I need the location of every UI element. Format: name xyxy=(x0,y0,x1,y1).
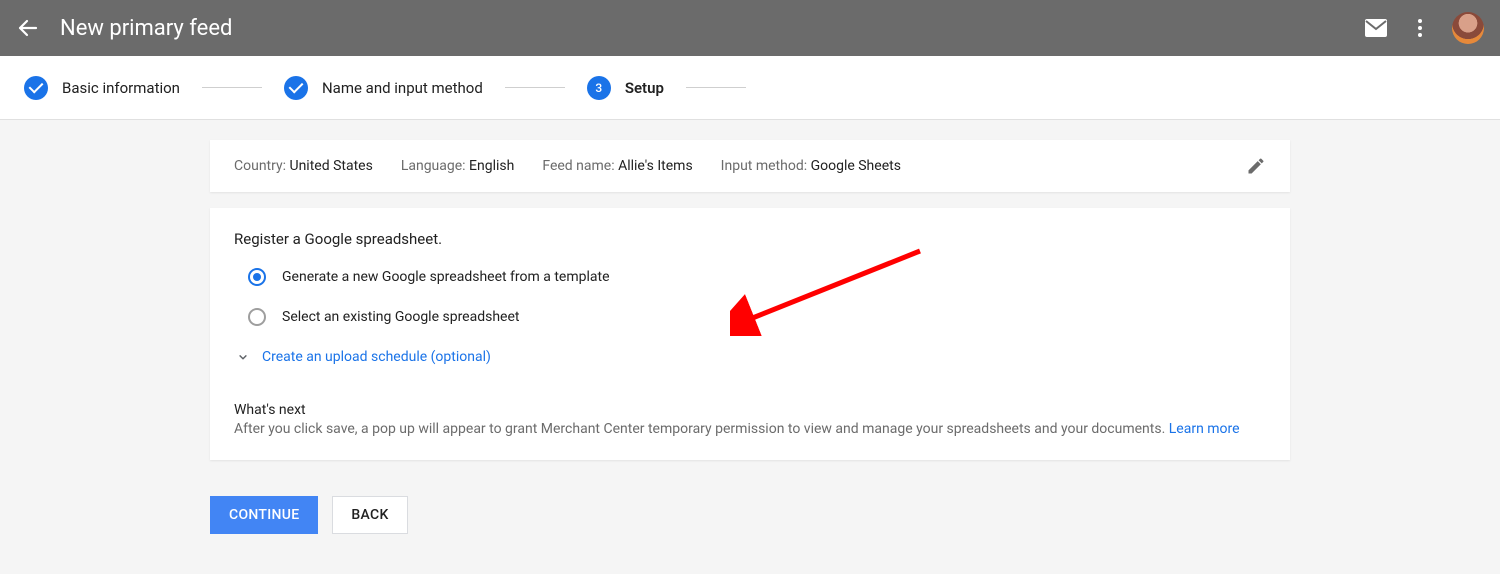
summary-country: Country: United States xyxy=(234,158,373,174)
radio-label: Select an existing Google spreadsheet xyxy=(282,309,519,325)
expand-upload-schedule[interactable]: Create an upload schedule (optional) xyxy=(234,348,1266,366)
action-buttons: CONTINUE BACK xyxy=(210,496,1290,534)
radio-label: Generate a new Google spreadsheet from a… xyxy=(282,269,610,285)
summary-inputmethod-value: Google Sheets xyxy=(811,158,901,174)
summary-language: Language: English xyxy=(401,158,515,174)
radio-select-existing-spreadsheet[interactable]: Select an existing Google spreadsheet xyxy=(248,308,1266,326)
summary-feedname-value: Allie's Items xyxy=(618,158,693,174)
mail-icon[interactable] xyxy=(1364,16,1388,40)
step-label: Basic information xyxy=(62,79,180,97)
step-label: Name and input method xyxy=(322,79,483,97)
summary-country-label: Country: xyxy=(234,158,289,174)
summary-values: Country: United States Language: English… xyxy=(234,158,901,174)
step-connector xyxy=(202,87,262,88)
radio-icon xyxy=(248,268,266,286)
summary-inputmethod-label: Input method: xyxy=(721,158,811,174)
expand-link-label: Create an upload schedule (optional) xyxy=(262,349,491,365)
header-actions xyxy=(1364,12,1484,44)
summary-feedname-label: Feed name: xyxy=(542,158,618,174)
radio-generate-new-spreadsheet[interactable]: Generate a new Google spreadsheet from a… xyxy=(248,268,1266,286)
check-icon xyxy=(284,76,308,100)
avatar[interactable] xyxy=(1452,12,1484,44)
stepper: Basic information Name and input method … xyxy=(0,56,1500,120)
feed-summary-card: Country: United States Language: English… xyxy=(210,140,1290,192)
content: Country: United States Language: English… xyxy=(0,120,1500,574)
step-label: Setup xyxy=(625,79,664,97)
continue-button[interactable]: CONTINUE xyxy=(210,496,318,534)
whats-next-title: What's next xyxy=(234,402,1266,418)
page-title: New primary feed xyxy=(60,16,1364,41)
step-connector xyxy=(686,87,746,88)
summary-language-label: Language: xyxy=(401,158,469,174)
pencil-icon[interactable] xyxy=(1246,156,1266,176)
step-name-input-method[interactable]: Name and input method xyxy=(284,76,483,100)
whats-next-text: After you click save, a pop up will appe… xyxy=(234,421,1169,437)
whats-next-section: What's next After you click save, a pop … xyxy=(234,402,1266,440)
learn-more-link[interactable]: Learn more xyxy=(1169,421,1240,437)
step-setup[interactable]: 3 Setup xyxy=(587,76,664,100)
summary-country-value: United States xyxy=(289,158,372,174)
overflow-menu-icon[interactable] xyxy=(1408,16,1432,40)
radio-icon xyxy=(248,308,266,326)
step-basic-information[interactable]: Basic information xyxy=(24,76,180,100)
back-arrow-icon[interactable] xyxy=(16,16,40,40)
check-icon xyxy=(24,76,48,100)
chevron-down-icon xyxy=(234,348,252,366)
whats-next-body: After you click save, a pop up will appe… xyxy=(234,420,1266,440)
app-header: New primary feed xyxy=(0,0,1500,56)
step-number-badge: 3 xyxy=(587,76,611,100)
setup-card: Register a Google spreadsheet. Generate … xyxy=(210,208,1290,460)
step-connector xyxy=(505,87,565,88)
section-title: Register a Google spreadsheet. xyxy=(234,230,1266,248)
summary-inputmethod: Input method: Google Sheets xyxy=(721,158,901,174)
back-button[interactable]: BACK xyxy=(332,496,407,534)
summary-feedname: Feed name: Allie's Items xyxy=(542,158,692,174)
summary-language-value: English xyxy=(469,158,514,174)
